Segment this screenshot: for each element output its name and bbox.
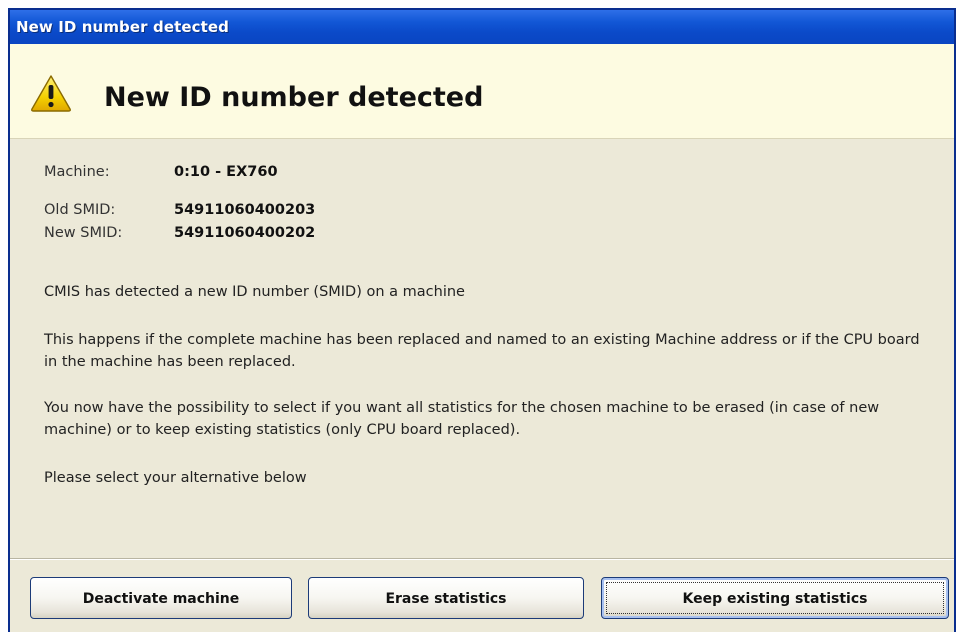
erase-statistics-button[interactable]: Erase statistics [308, 577, 584, 619]
new-smid-row: New SMID: 54911060400202 [44, 225, 315, 241]
machine-label: Machine: [44, 164, 110, 180]
button-separator [10, 558, 954, 559]
new-smid-value: 54911060400202 [174, 225, 316, 241]
warning-icon [31, 75, 71, 112]
dialog-window: New ID number detected New ID number det… [8, 8, 956, 632]
screen: New ID number detected New ID number det… [0, 0, 960, 632]
machine-row: Machine: 0:10 - EX760 [44, 164, 278, 180]
old-smid-row: Old SMID: 54911060400203 [44, 202, 315, 218]
keep-existing-statistics-button[interactable]: Keep existing statistics [601, 577, 949, 619]
old-smid-label: Old SMID: [44, 202, 116, 218]
focus-rectangle [606, 582, 944, 614]
machine-value: 0:10 - EX760 [174, 164, 278, 180]
header-title: New ID number detected [104, 82, 484, 113]
message-paragraph-4: Please select your alternative below [44, 470, 307, 486]
old-smid-value: 54911060400203 [174, 202, 316, 218]
window-titlebar[interactable]: New ID number detected [10, 10, 954, 44]
dialog-header: New ID number detected [10, 44, 954, 139]
message-paragraph-2: This happens if the complete machine has… [44, 332, 920, 370]
message-paragraph-3: You now have the possibility to select i… [44, 400, 880, 438]
message-paragraph-1: CMIS has detected a new ID number (SMID)… [44, 284, 465, 300]
deactivate-machine-button[interactable]: Deactivate machine [30, 577, 292, 619]
new-smid-label: New SMID: [44, 225, 123, 241]
